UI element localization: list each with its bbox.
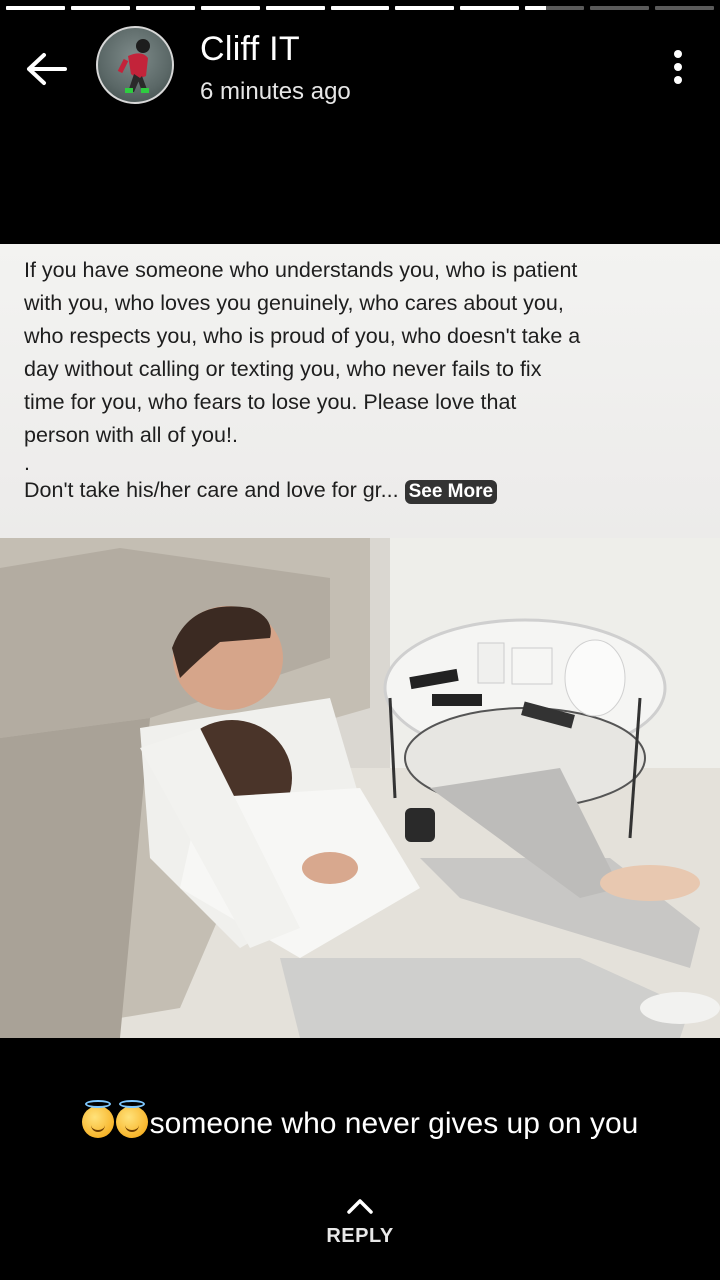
status-image: If you have someone who understands you,… — [0, 244, 720, 1038]
post-text-line: day without calling or texting you, who … — [24, 357, 542, 381]
post-text-line: who respects you, who is proud of you, w… — [24, 324, 581, 348]
reply-label: REPLY — [326, 1225, 394, 1247]
story-progress-fill — [525, 6, 546, 10]
status-caption-text: someone who never gives up on you — [149, 1107, 639, 1140]
truncated-text: Don't take his/her care and love for gr.… — [24, 478, 399, 502]
post-timestamp: 6 minutes ago — [200, 78, 351, 105]
story-progress-segment — [330, 6, 390, 10]
story-progress-fill — [6, 6, 65, 10]
story-progress-fill — [200, 6, 260, 10]
post-text-line: with you, who loves you genuinely, who c… — [24, 291, 564, 315]
status-caption: someone who never gives up on you — [0, 1100, 720, 1141]
post-text-line: time for you, who fears to lose you. Ple… — [24, 390, 517, 414]
screenshot-post-text: If you have someone who understands you,… — [0, 244, 720, 538]
story-progress-fill — [70, 6, 130, 10]
story-progress-segment — [70, 6, 130, 10]
more-vertical-icon[interactable] — [666, 48, 690, 88]
story-progress-segment — [135, 6, 195, 10]
story-progress-segment — [200, 6, 260, 10]
story-progress-fill — [135, 6, 195, 10]
user-name: Cliff IT — [200, 30, 301, 68]
story-progress-segment — [460, 6, 520, 10]
story-progress-fill — [395, 6, 455, 10]
story-progress-segment — [655, 6, 714, 10]
avatar[interactable] — [96, 26, 174, 104]
smiling-face-with-halo-icon — [115, 1100, 148, 1138]
story-progress-segment — [6, 6, 65, 10]
post-text-line: person with all of you!. — [24, 423, 238, 447]
story-progress-fill — [460, 6, 520, 10]
story-progress-fill — [265, 6, 325, 10]
post-text-truncated: Don't take his/her care and love for gr.… — [24, 474, 696, 507]
story-header: Cliff IT 6 minutes ago — [0, 24, 720, 114]
story-progress-bar — [6, 6, 714, 10]
smiling-face-with-halo-icon — [81, 1100, 114, 1138]
chevron-up-icon — [347, 1199, 373, 1214]
story-progress-segment — [525, 6, 585, 10]
reply-button[interactable]: REPLY — [0, 1198, 720, 1248]
arrow-left-icon[interactable] — [24, 52, 70, 86]
story-progress-segment — [395, 6, 455, 10]
post-text-line: If you have someone who understands you,… — [24, 258, 578, 282]
story-progress-segment — [590, 6, 650, 10]
story-progress-fill — [330, 6, 390, 10]
story-progress-segment — [265, 6, 325, 10]
post-text-dot: . — [24, 451, 30, 475]
couple-photo — [0, 538, 720, 1038]
see-more-link: See More — [404, 480, 498, 504]
